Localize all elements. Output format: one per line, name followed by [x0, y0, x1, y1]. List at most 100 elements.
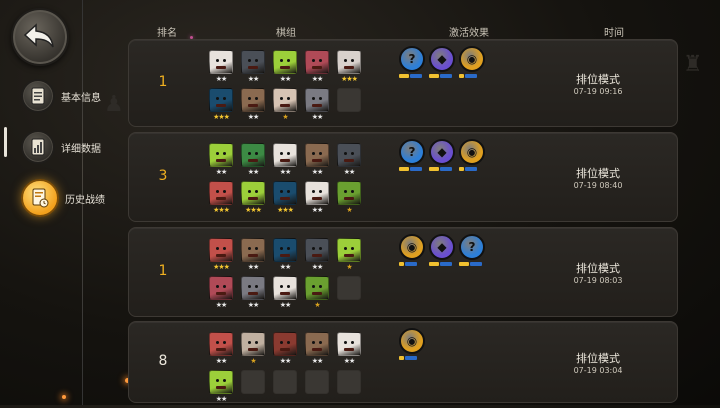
unit-slot[interactable]: ★★	[209, 143, 233, 181]
trait-badge[interactable]: ◆	[429, 139, 455, 171]
star-level: ★★	[279, 75, 292, 83]
sidebar-item-detailed-data[interactable]: 详细数据	[21, 129, 101, 165]
trait-badge[interactable]: ?	[399, 139, 425, 171]
unit-slot[interactable]: ★★	[305, 50, 329, 88]
unit-slot[interactable]: ★	[241, 332, 265, 370]
portrait-detail	[216, 104, 226, 107]
unit-slot[interactable]: ★	[337, 238, 361, 276]
match-timestamp: 07-19 03:04	[573, 366, 623, 375]
unit-slot[interactable]: ★★	[305, 238, 329, 276]
unit-slot[interactable]: ★★	[273, 276, 297, 314]
trait-badge[interactable]: ◆	[429, 234, 455, 266]
column-header-time: 时间	[604, 28, 624, 39]
star-level: ★★	[247, 301, 260, 309]
match-timestamp: 07-19 09:16	[573, 87, 623, 96]
match-record-card[interactable]: 1 ★★★ ★★ ★★ ★★ ★ ★★ ★★ ★★ ★ ◉ ◆? 排位模式 07-19 08:03	[128, 227, 678, 317]
unit-slot[interactable]: ★★	[209, 276, 233, 314]
unit-portrait-icon	[241, 88, 265, 112]
unit-slot[interactable]: ★★	[241, 143, 265, 181]
unit-portrait-icon	[209, 88, 233, 112]
ember-particle	[62, 395, 66, 399]
star-level: ★★	[343, 357, 356, 365]
unit-slot[interactable]: ★★★	[209, 181, 233, 219]
column-header-lineup: 棋组	[276, 28, 296, 39]
portrait-detail	[319, 247, 322, 250]
match-record-card[interactable]: 1 ★★ ★★ ★★ ★★ ★★★ ★★★ ★★ ★ ★★? ◆ ◉ 排位模式 07-19 09:16	[128, 39, 678, 127]
trait-badge[interactable]: ◆	[429, 46, 455, 78]
unit-slot[interactable]: ★★	[241, 276, 265, 314]
match-record-card[interactable]: 3 ★★ ★★ ★★ ★★ ★★ ★★★ ★★★ ★★★ ★★ ★? ◆ ◉ 排位模式 07-19 08:4…	[128, 132, 678, 222]
portrait-detail	[344, 59, 347, 62]
unit-slot[interactable]: ★★	[273, 238, 297, 276]
unit-slot[interactable]: ★★	[241, 238, 265, 276]
portrait-detail	[351, 190, 354, 193]
trait-progress	[429, 74, 453, 78]
star-level	[337, 395, 361, 403]
unit-slot[interactable]: ★★★	[241, 181, 265, 219]
match-record-card[interactable]: 8 ★★ ★ ★★ ★★ ★★ ★★ ◉ 排位模式 07-19 03:04	[128, 321, 678, 403]
unit-portrait-icon	[337, 238, 361, 262]
unit-slot[interactable]: ★★	[273, 143, 297, 181]
unit-slot[interactable]: ★★	[305, 181, 329, 219]
unit-slot[interactable]: ★★	[337, 332, 361, 370]
portrait-detail	[287, 247, 290, 250]
trait-emblem-icon: ◉	[459, 46, 485, 72]
portrait-detail	[216, 66, 226, 69]
star-level: ★★	[311, 357, 324, 365]
portrait-detail	[216, 59, 219, 62]
star-level	[241, 395, 265, 403]
unit-slot[interactable]: ★★★	[209, 238, 233, 276]
unit-slot[interactable]: ★★	[337, 143, 361, 181]
unit-portrait-icon	[305, 50, 329, 74]
back-button[interactable]	[11, 8, 69, 66]
portrait-detail	[312, 59, 315, 62]
unit-slot[interactable]: ★	[273, 88, 297, 126]
unit-slot[interactable]: ★★	[209, 50, 233, 88]
portrait-detail	[280, 97, 283, 100]
unit-slot[interactable]: ★★	[305, 88, 329, 126]
star-level: ★★★	[341, 75, 358, 83]
trait-emblem-icon: ?	[459, 234, 485, 260]
portrait-detail	[223, 97, 226, 100]
sidebar-item-basic-info[interactable]: 基本信息	[21, 78, 101, 114]
unit-slot[interactable]: ★★	[305, 143, 329, 181]
unit-slot[interactable]: ★★	[273, 50, 297, 88]
empty-unit-slot	[337, 276, 361, 314]
portrait-detail	[319, 190, 322, 193]
portrait-detail	[312, 190, 315, 193]
trait-badge[interactable]: ◉	[399, 234, 425, 266]
unit-slot[interactable]: ★★	[209, 332, 233, 370]
portrait-detail	[344, 197, 354, 200]
unit-portrait-icon	[209, 181, 233, 205]
trait-badge[interactable]: ◉	[459, 46, 485, 78]
sidebar-item-match-history[interactable]: 历史战绩	[21, 179, 105, 217]
trait-badge[interactable]: ?	[459, 234, 485, 266]
trait-badge[interactable]: ◉	[459, 139, 485, 171]
game-mode: 排位模式	[576, 352, 620, 365]
unit-slot[interactable]: ★★★	[337, 50, 361, 88]
portrait-detail	[280, 159, 290, 162]
unit-slot[interactable]: ★★	[305, 332, 329, 370]
trait-badge[interactable]: ◉	[399, 328, 425, 360]
unit-slot[interactable]: ★★★	[273, 181, 297, 219]
data-report-icon	[21, 130, 55, 164]
trait-badge[interactable]: ?	[399, 46, 425, 78]
unit-slot[interactable]: ★	[337, 181, 361, 219]
trait-progress-segment	[470, 262, 482, 266]
portrait-detail	[344, 341, 347, 344]
trait-emblem-icon: ◉	[399, 234, 425, 260]
unit-portrait-icon	[337, 181, 361, 205]
star-level: ★★★	[213, 206, 230, 214]
unit-slot[interactable]: ★★	[241, 88, 265, 126]
portrait-detail	[344, 152, 347, 155]
unit-slot[interactable]: ★★	[273, 332, 297, 370]
portrait-detail	[344, 66, 354, 69]
trait-progress-segment	[410, 74, 422, 78]
unit-slot[interactable]: ★★	[209, 370, 233, 408]
unit-slot[interactable]: ★★★	[209, 88, 233, 126]
portrait-detail	[312, 292, 322, 295]
trait-progress-segment	[429, 74, 439, 78]
unit-slot[interactable]: ★★	[241, 50, 265, 88]
unit-slot[interactable]: ★	[305, 276, 329, 314]
portrait-detail	[312, 104, 322, 107]
